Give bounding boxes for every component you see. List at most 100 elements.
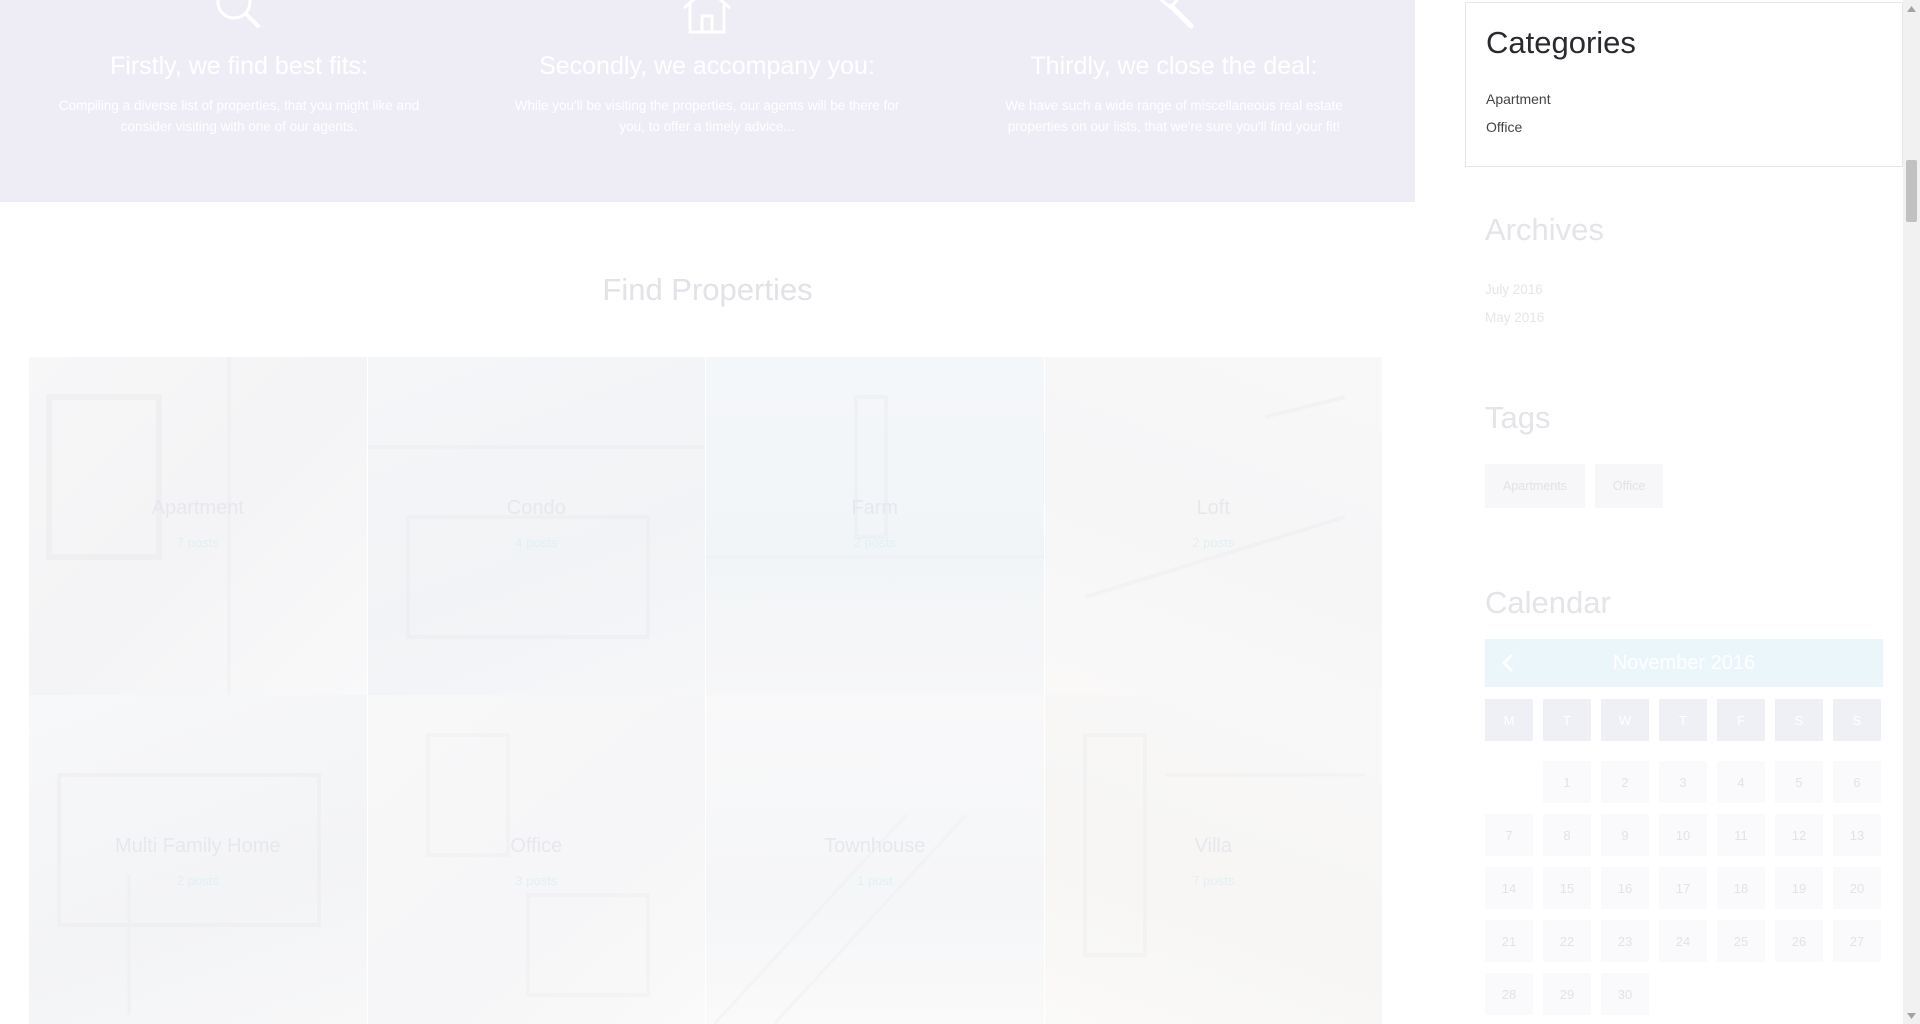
property-tile-office[interactable]: Office 3 posts (367, 695, 706, 1024)
calendar-empty-cell (1485, 761, 1533, 803)
archives-title: Archives (1485, 212, 1604, 247)
property-tile-condo[interactable]: Condo 4 posts (367, 357, 706, 695)
tags-title: Tags (1485, 400, 1551, 435)
tile-label: Townhouse (824, 835, 926, 857)
find-properties-title: Find Properties (602, 272, 813, 307)
feature-text: Compiling a diverse list of properties, … (58, 98, 420, 134)
tile-post-count: 7 posts (176, 535, 219, 550)
calendar-date-cell[interactable]: 17 (1659, 867, 1707, 909)
tag-office[interactable]: Office (1594, 464, 1664, 508)
calendar-date-cell[interactable]: 29 (1543, 973, 1591, 1015)
category-link-office[interactable]: Office (1486, 113, 1882, 141)
calendar-date-cell[interactable]: 24 (1659, 920, 1707, 962)
tile-post-count: 7 posts (1192, 873, 1235, 888)
feature-accompany: Secondly, we accompany you: While you'll… (497, 0, 917, 137)
feature-title: Firstly, we find best fits: (110, 52, 368, 80)
calendar-date-cell[interactable]: 5 (1775, 761, 1823, 803)
calendar-date-cell[interactable]: 22 (1543, 920, 1591, 962)
calendar-date-cell[interactable]: 2 (1601, 761, 1649, 803)
tile-post-count: 1 post (857, 873, 893, 888)
property-tile-villa[interactable]: Villa 7 posts (1044, 695, 1383, 1024)
calendar-date-cell[interactable]: 13 (1833, 814, 1881, 856)
chevron-left-icon[interactable] (1499, 652, 1517, 679)
calendar-date-cell[interactable]: 18 (1717, 867, 1765, 909)
tile-post-count: 2 posts (176, 873, 219, 888)
calendar-date-cell[interactable]: 26 (1775, 920, 1823, 962)
archives-widget: Archives July 2016 May 2016 (1485, 212, 1885, 332)
feature-title: Secondly, we accompany you: (539, 52, 875, 80)
calendar-empty-cell (1717, 973, 1765, 1015)
calendar-date-cell[interactable]: 25 (1717, 920, 1765, 962)
calendar-widget: Calendar November 2016 M T W T F S S 123… (1485, 585, 1883, 1015)
calendar-date-cell[interactable]: 28 (1485, 973, 1533, 1015)
calendar-date-cell[interactable]: 14 (1485, 867, 1533, 909)
tile-label: Condo (506, 497, 566, 519)
calendar-date-cell[interactable]: 7 (1485, 814, 1533, 856)
calendar-day-name: T (1543, 699, 1591, 741)
calendar-date-cell[interactable]: 3 (1659, 761, 1707, 803)
feature-text: While you'll be visiting the properties,… (514, 98, 900, 134)
property-tile-loft[interactable]: Loft 2 posts (1044, 357, 1383, 695)
tile-label: Farm (851, 497, 899, 519)
property-tile-multi-family-home[interactable]: Multi Family Home 2 posts (29, 695, 368, 1024)
calendar-title: Calendar (1485, 585, 1611, 620)
calendar-date-cell[interactable]: 8 (1543, 814, 1591, 856)
calendar-header: November 2016 (1485, 639, 1883, 687)
page-scrollbar[interactable] (1903, 0, 1920, 1024)
tile-post-count: 2 posts (853, 535, 896, 550)
tile-label: Office (510, 835, 563, 857)
archive-link-july-2016[interactable]: July 2016 (1485, 276, 1885, 304)
calendar-date-cell[interactable]: 20 (1833, 867, 1881, 909)
tag-cloud: Apartments Office (1485, 464, 1885, 508)
calendar-day-name: S (1775, 699, 1823, 741)
calendar-day-names: M T W T F S S (1485, 699, 1883, 741)
calendar-empty-cell (1775, 973, 1823, 1015)
house-icon (683, 0, 731, 34)
tile-label: Apartment (151, 497, 244, 519)
calendar-empty-cell (1833, 973, 1881, 1015)
tile-label: Villa (1194, 835, 1232, 857)
scroll-up-arrow-icon[interactable] (1903, 0, 1920, 17)
calendar-date-cell[interactable]: 16 (1601, 867, 1649, 909)
calendar-date-grid: 1 2 3 4 5 6 7 8 9 10 11 12 13 14 15 16 17 18 19 20 21 22 23 24 2… (1485, 761, 1883, 1015)
calendar-date-cell[interactable]: 30 (1601, 973, 1649, 1015)
tag-apartments[interactable]: Apartments (1485, 464, 1585, 508)
calendar-date-cell[interactable]: 27 (1833, 920, 1881, 962)
calendar-date-cell[interactable]: 19 (1775, 867, 1823, 909)
calendar-date-cell[interactable]: 21 (1485, 920, 1533, 962)
calendar-date-cell[interactable]: 10 (1659, 814, 1707, 856)
scroll-down-arrow-icon[interactable] (1903, 1007, 1920, 1024)
tile-label: Multi Family Home (114, 835, 281, 857)
calendar-date-cell[interactable]: 23 (1601, 920, 1649, 962)
property-tile-townhouse[interactable]: Townhouse 1 post (706, 695, 1045, 1024)
feature-text: We have such a wide range of miscellaneo… (1005, 98, 1343, 134)
scrollbar-thumb[interactable] (1906, 160, 1917, 222)
calendar-day-name: F (1717, 699, 1765, 741)
property-tile-farm[interactable]: Farm 2 posts (706, 357, 1045, 695)
calendar-day-name: T (1659, 699, 1707, 741)
categories-list: Apartment Office (1486, 85, 1882, 141)
property-tile-apartment[interactable]: Apartment 7 posts (29, 357, 368, 695)
feature-title: Thirdly, we close the deal: (1030, 52, 1318, 80)
category-link-apartment[interactable]: Apartment (1486, 85, 1882, 113)
archive-link-may-2016[interactable]: May 2016 (1485, 304, 1885, 332)
archives-list: July 2016 May 2016 (1485, 276, 1885, 332)
calendar-date-cell[interactable]: 9 (1601, 814, 1649, 856)
calendar-date-cell[interactable]: 4 (1717, 761, 1765, 803)
calendar-date-cell[interactable]: 6 (1833, 761, 1881, 803)
calendar-date-cell[interactable]: 12 (1775, 814, 1823, 856)
tags-widget: Tags Apartments Office (1485, 400, 1885, 508)
calendar-date-cell[interactable]: 15 (1543, 867, 1591, 909)
gavel-icon (1151, 0, 1194, 29)
calendar-date-cell[interactable]: 1 (1543, 761, 1591, 803)
calendar-day-name: M (1485, 699, 1533, 741)
calendar-month-label: November 2016 (1612, 651, 1756, 674)
property-type-grid: Apartment 7 posts Condo 4 posts Farm 2 p… (29, 357, 1383, 1024)
calendar-date-cell[interactable]: 11 (1717, 814, 1765, 856)
categories-widget: Categories Apartment Office (1465, 2, 1903, 167)
calendar-empty-cell (1659, 973, 1707, 1015)
feature-find-best-fits: Firstly, we find best fits: Compiling a … (29, 0, 449, 137)
tile-post-count: 2 posts (1192, 535, 1235, 550)
features-band: Firstly, we find best fits: Compiling a … (0, 0, 1415, 202)
tile-post-count: 3 posts (515, 873, 558, 888)
